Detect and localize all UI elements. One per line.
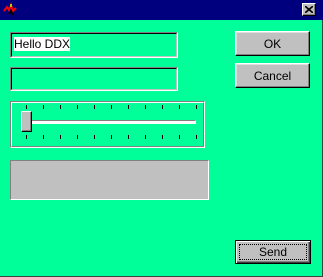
slider-tick <box>145 135 146 139</box>
slider-tick <box>77 135 78 139</box>
dialog-window: Hello DDX OK Cancel Send <box>0 0 323 277</box>
slider-tick <box>162 105 163 109</box>
text-edit-value: Hello DDX <box>14 37 71 51</box>
slider-tick <box>26 135 27 139</box>
cancel-button-label: Cancel <box>253 68 292 83</box>
slider-tick <box>111 135 112 139</box>
ok-button[interactable]: OK <box>235 31 310 56</box>
app-icon[interactable] <box>2 2 18 18</box>
title-bar[interactable] <box>0 0 323 20</box>
slider-tick <box>179 135 180 139</box>
slider-tick <box>43 135 44 139</box>
second-edit-field[interactable] <box>10 67 178 91</box>
slider-tick <box>145 105 146 109</box>
slider-tick <box>43 105 44 109</box>
slider-tick <box>111 105 112 109</box>
slider-tick <box>60 135 61 139</box>
slider-trackbar[interactable] <box>10 101 205 148</box>
progress-bar <box>10 160 209 200</box>
slider-thumb[interactable] <box>21 111 32 132</box>
slider-tick <box>94 135 95 139</box>
cancel-button[interactable]: Cancel <box>235 63 310 88</box>
slider-tick <box>128 135 129 139</box>
slider-tick <box>94 105 95 109</box>
slider-tick <box>179 105 180 109</box>
slider-tick <box>162 135 163 139</box>
slider-tick <box>26 105 27 109</box>
slider-channel <box>26 120 196 124</box>
slider-tick <box>77 105 78 109</box>
slider-tick <box>196 135 197 139</box>
slider-tick <box>196 105 197 109</box>
ok-button-label: OK <box>263 36 282 51</box>
close-x-icon <box>305 6 313 13</box>
slider-tick <box>60 105 61 109</box>
slider-tick <box>128 105 129 109</box>
send-button-label: Send <box>258 245 288 259</box>
send-button[interactable]: Send <box>235 240 311 264</box>
text-edit-field[interactable]: Hello DDX <box>10 32 178 58</box>
close-button[interactable] <box>302 3 316 16</box>
